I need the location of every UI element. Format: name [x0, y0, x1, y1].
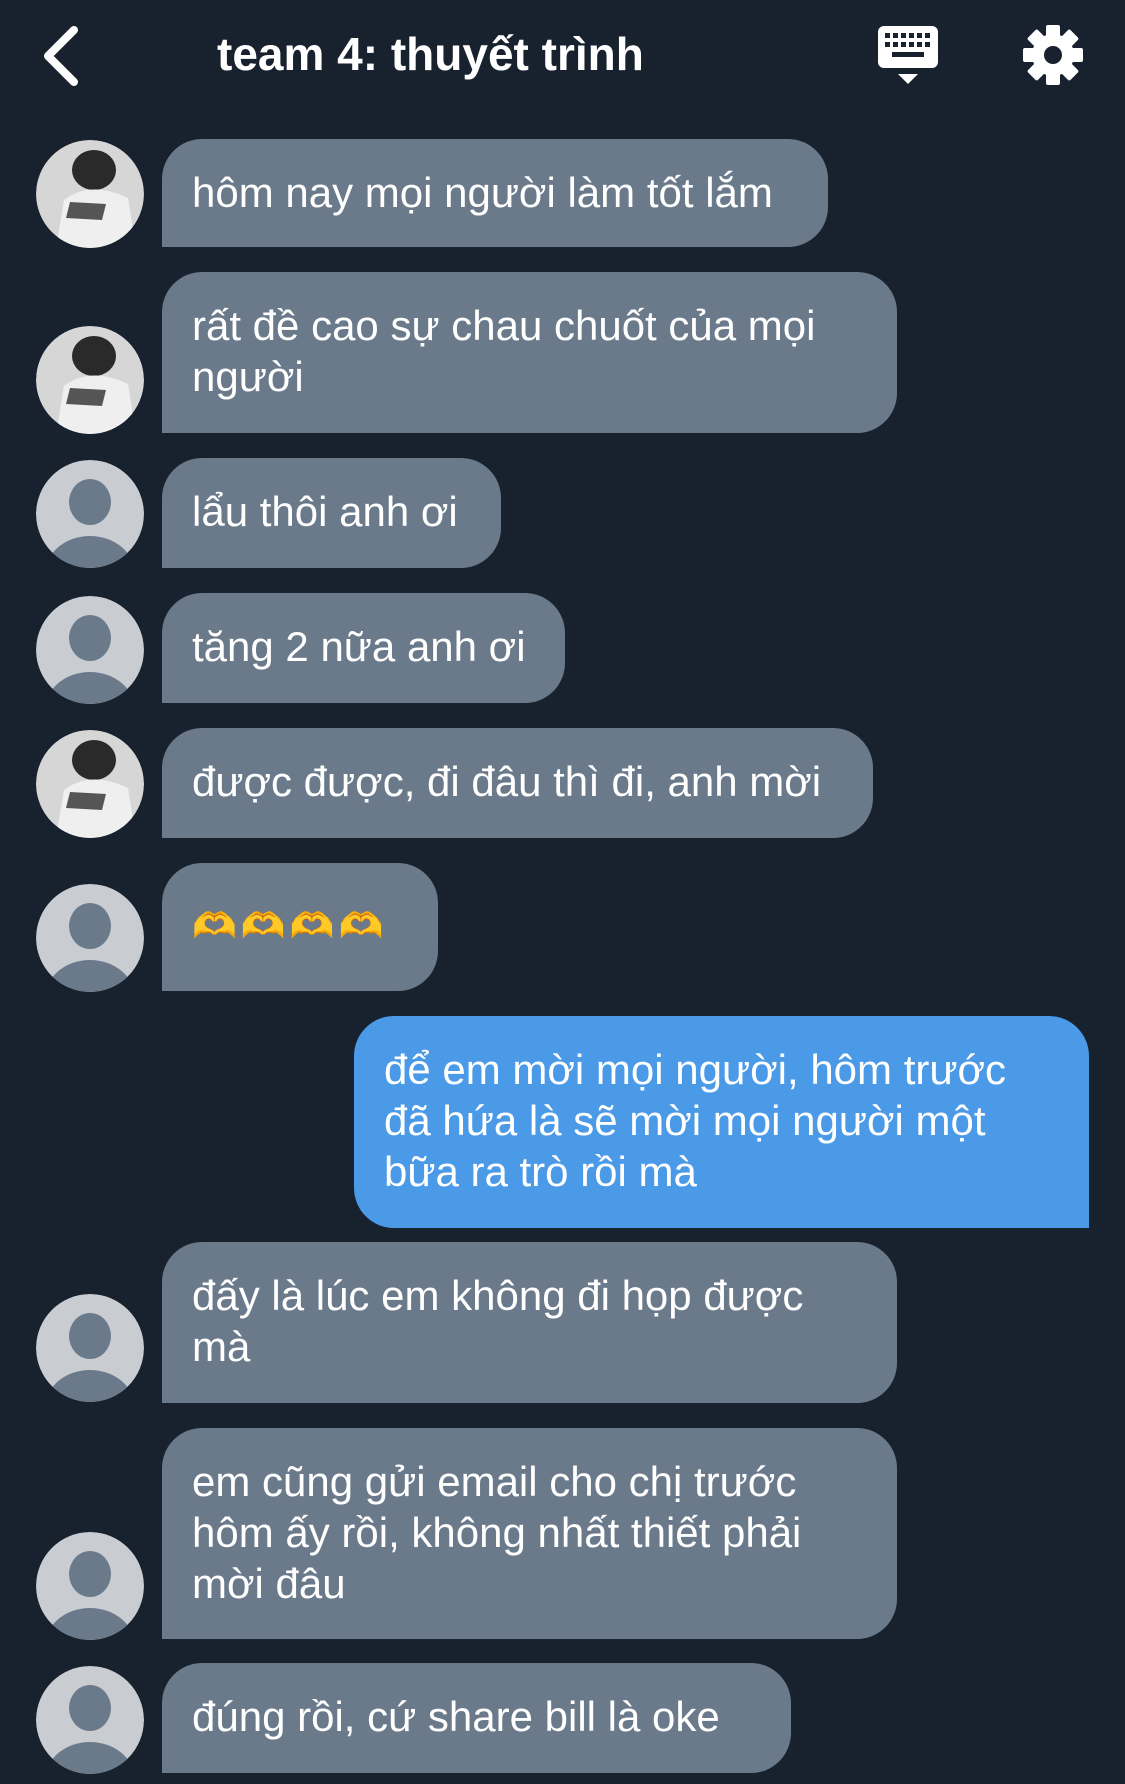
default-user-avatar: [36, 884, 144, 992]
message-bubble-outgoing[interactable]: để em mời mọi người, hôm trước đã hứa là…: [354, 1016, 1089, 1228]
sender-avatar[interactable]: [36, 884, 144, 992]
default-user-avatar: [36, 460, 144, 568]
default-user-avatar: [36, 596, 144, 704]
message-bubble[interactable]: hôm nay mọi người làm tốt lắm: [162, 139, 828, 247]
sender-avatar[interactable]: [36, 596, 144, 704]
keyboard-icon: [878, 26, 938, 84]
settings-button[interactable]: [1020, 22, 1086, 88]
message-bubble[interactable]: đúng rồi, cứ share bill là oke: [162, 1663, 791, 1773]
sender-avatar[interactable]: [36, 460, 144, 568]
message-text: để em mời mọi người, hôm trước đã hứa là…: [384, 1046, 1007, 1195]
message-bubble[interactable]: rất đề cao sự chau chuốt của mọi người: [162, 272, 897, 433]
profile-photo-avatar: [36, 730, 144, 838]
chat-header: team 4: thuyết trình: [0, 0, 1125, 120]
chat-screen: team 4: thuyết trình hôm nay mọi người l…: [0, 0, 1125, 1784]
gear-icon: [1023, 25, 1083, 85]
message-bubble[interactable]: 🫶🫶🫶🫶: [162, 863, 438, 991]
back-button[interactable]: [36, 18, 96, 98]
sender-avatar[interactable]: [36, 730, 144, 838]
profile-photo-avatar: [36, 326, 144, 434]
message-bubble[interactable]: lẩu thôi anh ơi: [162, 458, 501, 568]
keyboard-button[interactable]: [872, 20, 944, 92]
chat-title: team 4: thuyết trình: [217, 28, 644, 80]
message-bubble[interactable]: em cũng gửi email cho chị trước hôm ấy r…: [162, 1428, 897, 1639]
message-bubble[interactable]: tăng 2 nữa anh ơi: [162, 593, 565, 703]
message-bubble[interactable]: được được, đi đâu thì đi, anh mời: [162, 728, 873, 838]
message-text: tăng 2 nữa anh ơi: [192, 623, 526, 670]
sender-avatar[interactable]: [36, 140, 144, 248]
message-text: được được, đi đâu thì đi, anh mời: [192, 758, 822, 805]
sender-avatar[interactable]: [36, 1666, 144, 1774]
profile-photo-avatar: [36, 140, 144, 248]
message-text: lẩu thôi anh ơi: [192, 488, 458, 535]
message-text: em cũng gửi email cho chị trước hôm ấy r…: [192, 1458, 802, 1607]
message-bubble[interactable]: đấy là lúc em không đi họp được mà: [162, 1242, 897, 1403]
default-user-avatar: [36, 1666, 144, 1774]
chevron-left-icon: [44, 26, 78, 86]
message-text: rất đề cao sự chau chuốt của mọi người: [192, 302, 816, 400]
message-text: đúng rồi, cứ share bill là oke: [192, 1693, 720, 1740]
default-user-avatar: [36, 1294, 144, 1402]
message-text: hôm nay mọi người làm tốt lắm: [192, 169, 773, 216]
default-user-avatar: [36, 1532, 144, 1640]
sender-avatar[interactable]: [36, 1532, 144, 1640]
sender-avatar[interactable]: [36, 326, 144, 434]
sender-avatar[interactable]: [36, 1294, 144, 1402]
message-text: 🫶🫶🫶🫶: [192, 905, 388, 946]
message-text: đấy là lúc em không đi họp được mà: [192, 1272, 804, 1370]
